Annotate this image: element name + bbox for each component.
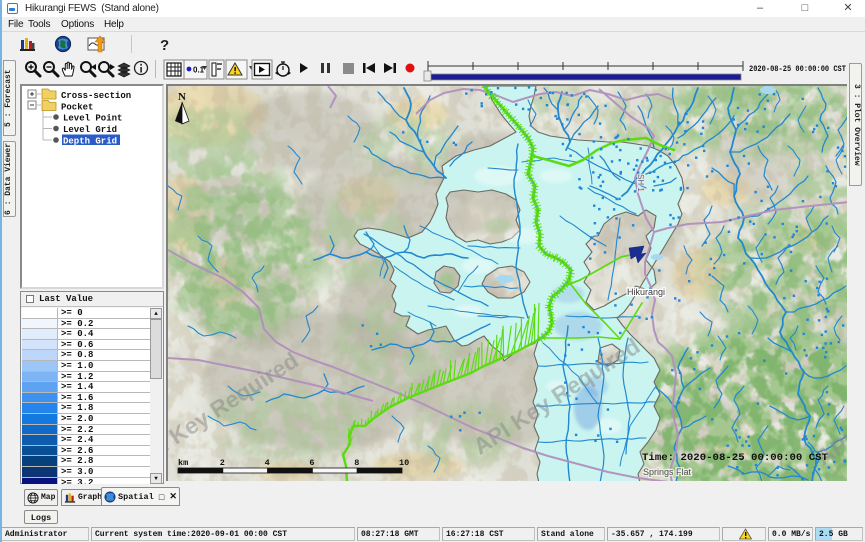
svg-text:km: km [178,458,188,468]
svg-text:?: ? [160,37,169,54]
svg-text:Cross-section: Cross-section [61,91,131,101]
svg-text:8: 8 [354,458,359,468]
svg-text:6: 6 [309,458,314,468]
svg-text:Time: 2020-08-25 00:00:00 CST: Time: 2020-08-25 00:00:00 CST [642,452,828,464]
svg-text:Level Grid: Level Grid [63,125,117,135]
svg-text:2: 2 [220,458,225,468]
svg-text:Hikurangi: Hikurangi [627,287,665,297]
svg-text:SH 1: SH 1 [636,174,645,192]
svg-text:4: 4 [265,458,270,468]
svg-text:Depth Grid: Depth Grid [63,137,117,147]
svg-text:Springs Flat: Springs Flat [643,467,692,477]
svg-text:Level Point: Level Point [63,114,122,124]
svg-text:10: 10 [399,458,409,468]
svg-text:Pocket: Pocket [61,103,93,113]
svg-text:N: N [178,91,186,103]
svg-text:2020-08-25 00:00:00 CST: 2020-08-25 00:00:00 CST [749,64,846,74]
